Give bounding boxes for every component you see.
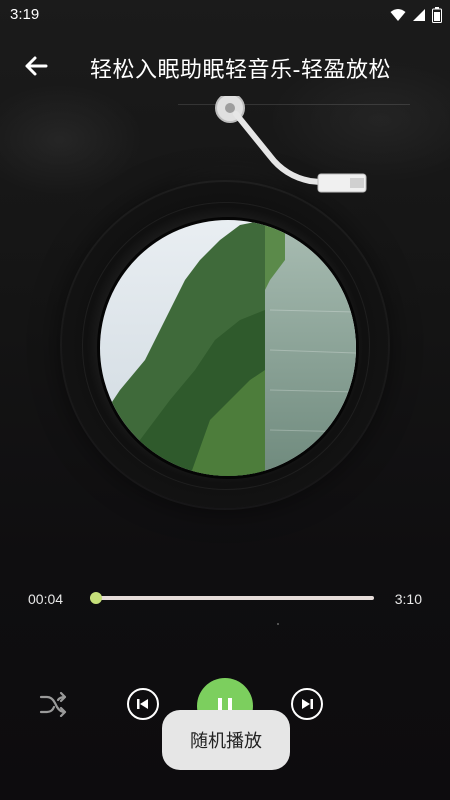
previous-button[interactable] xyxy=(127,688,159,720)
progress-bar[interactable] xyxy=(89,592,374,604)
status-icons xyxy=(390,7,442,23)
decorative-dot xyxy=(277,623,279,625)
album-cover xyxy=(97,217,359,479)
song-title: 轻松入眠助眠轻音乐-轻盈放松 xyxy=(90,58,391,83)
signal-icon xyxy=(413,9,425,21)
skip-next-icon xyxy=(302,699,313,709)
back-button[interactable] xyxy=(18,48,54,84)
battery-icon xyxy=(432,7,442,23)
skip-previous-icon xyxy=(137,699,148,709)
toast-message: 随机播放 xyxy=(162,710,290,770)
header: 轻松入眠助眠轻音乐-轻盈放松 xyxy=(0,38,450,98)
next-button[interactable] xyxy=(291,688,323,720)
arrow-left-icon xyxy=(25,56,48,76)
progress-thumb[interactable] xyxy=(89,592,102,604)
current-time: 00:04 xyxy=(28,591,64,607)
cover-landscape-image xyxy=(100,220,356,476)
total-time: 3:10 xyxy=(394,591,422,607)
status-time: 3:19 xyxy=(10,6,40,23)
tonearm xyxy=(215,96,367,193)
shuffle-button[interactable] xyxy=(36,686,72,722)
wifi-icon xyxy=(390,9,406,21)
shuffle-icon xyxy=(39,691,67,717)
status-bar: 3:19 xyxy=(0,0,450,30)
vinyl-disc xyxy=(62,182,388,508)
progress-section: 00:04 3:10 xyxy=(0,585,450,615)
